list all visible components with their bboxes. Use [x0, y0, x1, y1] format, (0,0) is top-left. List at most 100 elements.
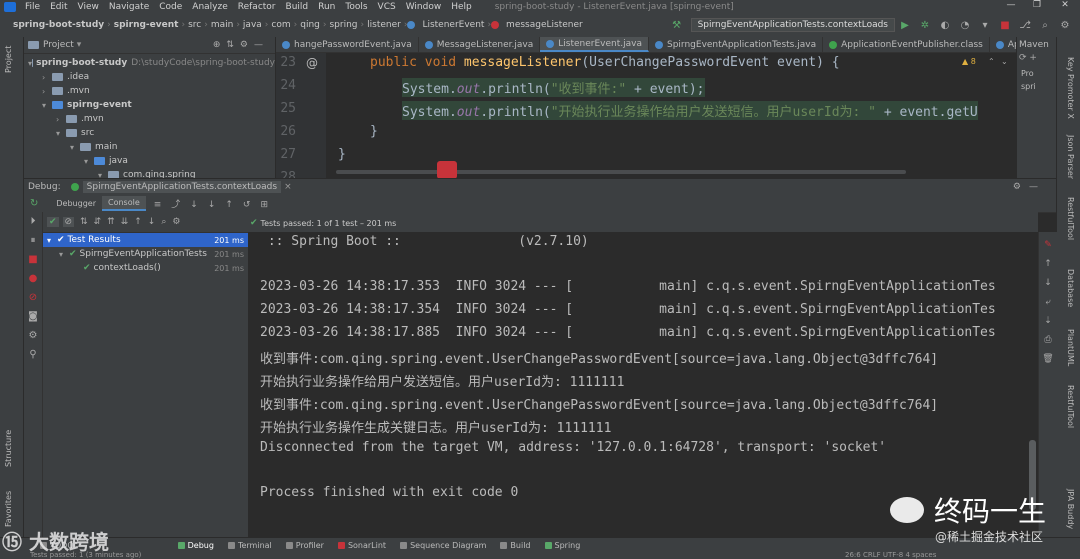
hammer-icon[interactable]: ⚒ [670, 18, 684, 32]
breadcrumb-src[interactable]: src [185, 20, 204, 30]
menu-navigate[interactable]: Navigate [104, 2, 154, 12]
test-sort-icons[interactable]: ⇅⇵⇈⇊↑↓⌕⚙ [80, 217, 186, 227]
favorites-tool-button[interactable]: Favorites [4, 491, 13, 527]
tab-app[interactable]: App [990, 37, 1016, 52]
close-tab-icon[interactable]: × [284, 182, 292, 192]
pin-icon[interactable]: ⚲ [24, 345, 42, 364]
soft-wrap-icon[interactable]: ⤶ [1039, 293, 1057, 312]
camera-icon[interactable]: ◙ [24, 307, 42, 326]
delete-icon[interactable]: 🗑 [1039, 350, 1057, 369]
menu-analyze[interactable]: Analyze [187, 2, 232, 12]
show-ignored-icon[interactable]: ⊘ [62, 217, 75, 227]
chevron-down-icon[interactable]: ⌄ [1001, 57, 1008, 66]
tab-console[interactable]: Console [102, 195, 146, 211]
database-tool-button[interactable]: Database [1066, 269, 1075, 307]
coverage-icon[interactable]: ◐ [938, 18, 952, 32]
maximize-icon[interactable]: ❐ [1024, 0, 1050, 13]
breadcrumb-method[interactable]: messageListener [503, 20, 586, 30]
test-method-item[interactable]: ✔ contextLoads() 201 ms [43, 261, 248, 275]
tab-change-password-event[interactable]: hangePasswordEvent.java [276, 37, 419, 52]
tree-item-src[interactable]: ▾ src [24, 126, 275, 140]
tab-event-publisher[interactable]: ApplicationEventPublisher.class [823, 37, 990, 52]
stop-icon[interactable]: ■ [24, 250, 42, 269]
restful-tool-button-2[interactable]: RestfulTool [1066, 385, 1075, 428]
show-passed-icon[interactable]: ✔ [47, 217, 59, 227]
breakpoint-icon[interactable]: ✎ [1039, 236, 1057, 255]
terminal-tool-button[interactable]: Terminal [227, 541, 272, 550]
structure-tool-button[interactable]: Structure [4, 430, 13, 467]
breadcrumb-module[interactable]: spirng-event [111, 20, 182, 30]
profiler-tool-button[interactable]: Profiler [285, 541, 324, 550]
horizontal-scrollbar[interactable] [336, 170, 906, 174]
sonarlint-tool-button[interactable]: SonarLint [337, 541, 386, 550]
tab-debugger[interactable]: Debugger [50, 197, 102, 210]
menu-help[interactable]: Help [446, 2, 477, 12]
breadcrumb-listener[interactable]: listener [364, 20, 404, 30]
annotation-gutter-icon[interactable]: @ [306, 56, 318, 70]
tree-item-module-mvn[interactable]: › .mvn [24, 112, 275, 126]
chevron-down-icon[interactable]: ▾ [77, 40, 82, 50]
plantuml-tool-button[interactable]: PlantUML [1066, 329, 1075, 366]
menu-tools[interactable]: Tools [340, 2, 372, 12]
debug-icon[interactable]: ✲ [918, 18, 932, 32]
step-toolbar-icons[interactable]: ≡⤴↓↓↑↺⊞ [154, 197, 278, 210]
pause-icon[interactable]: ⏸ [24, 231, 42, 250]
menu-window[interactable]: Window [401, 2, 447, 12]
menu-code[interactable]: Code [154, 2, 187, 12]
print-icon[interactable]: ⎙ [1039, 331, 1057, 350]
tree-item-root[interactable]: ▾ spring-boot-study D:\studyCode\spring-… [24, 56, 275, 70]
chevron-up-icon[interactable]: ⌃ [988, 57, 995, 66]
git-icon[interactable]: ⎇ [1018, 18, 1032, 32]
mute-breakpoints-icon[interactable]: ⊘ [24, 288, 42, 307]
down-icon[interactable]: ↓ [1039, 274, 1057, 293]
project-toolbar-icons[interactable]: ⊕⇅⚙— [213, 40, 275, 50]
menu-view[interactable]: View [73, 2, 104, 12]
maven-item[interactable]: spri [1017, 82, 1057, 91]
scroll-end-icon[interactable]: ⇣ [1039, 312, 1057, 331]
tree-item-idea[interactable]: › .idea [24, 70, 275, 84]
close-icon[interactable]: ✕ [1052, 0, 1078, 13]
view-breakpoints-icon[interactable]: ● [24, 269, 42, 288]
key-promoter-tool-button[interactable]: Key Promoter X [1066, 57, 1075, 119]
menu-refactor[interactable]: Refactor [233, 2, 281, 12]
test-class-item[interactable]: ▾ ✔ SpirngEventApplicationTests 201 ms [43, 247, 248, 261]
breadcrumb-java[interactable]: java [240, 20, 265, 30]
tab-listener-event[interactable]: ListenerEvent.java [540, 37, 649, 52]
menu-file[interactable]: File [20, 2, 45, 12]
run-config-select[interactable]: SpirngEventApplicationTests.contextLoads [690, 18, 895, 32]
breadcrumb-main[interactable]: main [208, 20, 237, 30]
profile-icon[interactable]: ◔ [958, 18, 972, 32]
search-icon[interactable]: ⌕ [1038, 18, 1052, 32]
breadcrumb-com[interactable]: com [268, 20, 293, 30]
menu-run[interactable]: Run [313, 2, 340, 12]
spring-tool-button[interactable]: Spring [544, 541, 580, 550]
menu-edit[interactable]: Edit [45, 2, 72, 12]
tree-item-java[interactable]: ▾ java [24, 154, 275, 168]
tree-item-package[interactable]: ▾ com.qing.spring [24, 168, 275, 178]
settings-icon[interactable]: ⚙ [24, 326, 42, 345]
debug-config-tab[interactable]: SpirngEventApplicationTests.contextLoads [82, 180, 282, 193]
tab-message-listener[interactable]: MessageListener.java [419, 37, 541, 52]
refresh-icon[interactable]: ⟳ + [1017, 53, 1057, 63]
test-results-root[interactable]: ▾ ✔ Test Results 201 ms [43, 233, 248, 247]
debug-tool-button[interactable]: Debug [177, 541, 214, 550]
maven-item[interactable]: Pro [1017, 69, 1057, 78]
breadcrumb-spring[interactable]: spring [326, 20, 360, 30]
up-icon[interactable]: ↑ [1039, 255, 1057, 274]
project-tool-button[interactable]: Project [4, 46, 13, 73]
sequence-diagram-tool-button[interactable]: Sequence Diagram [400, 541, 486, 550]
breadcrumb-project[interactable]: spring-boot-study [10, 20, 107, 30]
stop-icon[interactable]: ■ [998, 18, 1012, 32]
restful-tool-button[interactable]: RestfulTool [1066, 197, 1075, 240]
tree-item-mvn[interactable]: › .mvn [24, 84, 275, 98]
settings-icon[interactable]: ⚙ [1058, 18, 1072, 32]
breadcrumb-class[interactable]: ListenerEvent [419, 20, 487, 30]
build-icon[interactable]: ▾ [978, 18, 992, 32]
resume-icon[interactable]: ⏵ [24, 212, 42, 231]
run-icon[interactable]: ▶ [898, 18, 912, 32]
tree-item-module[interactable]: ▾ spirng-event [24, 98, 275, 112]
menu-build[interactable]: Build [281, 2, 314, 12]
build-tool-button[interactable]: Build [500, 541, 531, 550]
tab-application-tests[interactable]: SpirngEventApplicationTests.java [649, 37, 824, 52]
menu-vcs[interactable]: VCS [373, 2, 401, 12]
